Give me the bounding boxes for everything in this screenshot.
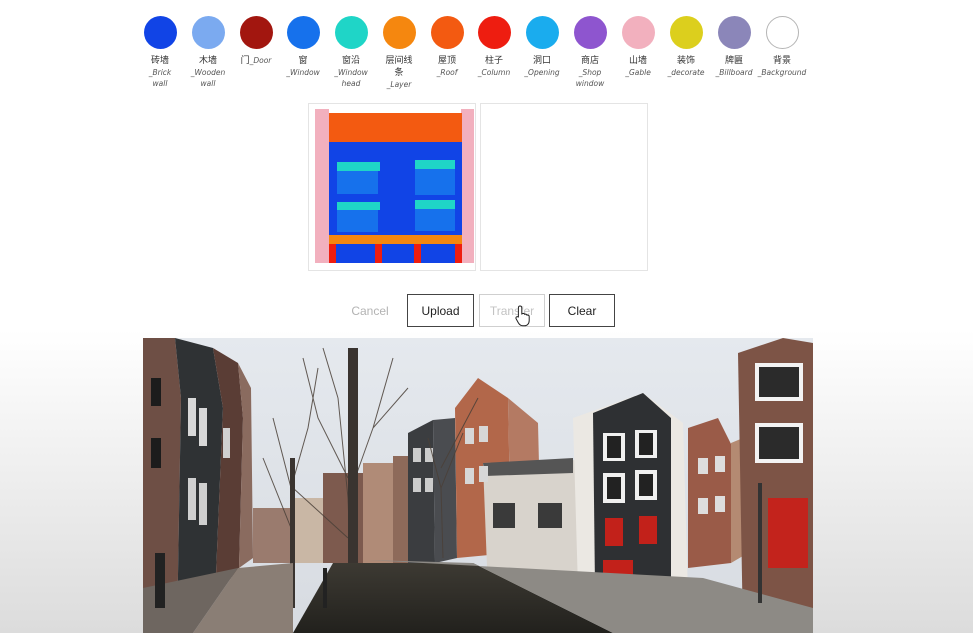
column-label: [375, 244, 382, 263]
street-photo: [143, 338, 813, 633]
window-label: [415, 169, 455, 195]
roof-label: [329, 113, 462, 142]
column-label: [455, 244, 462, 263]
window-head-label: [337, 162, 380, 171]
palette-swatch-background[interactable]: 背景 _Background: [752, 16, 812, 78]
window-label: [415, 209, 455, 231]
window-head-label: [415, 200, 455, 209]
facade-label-drawing[interactable]: [309, 104, 475, 270]
window-head-label: [337, 202, 380, 210]
color-dot[interactable]: [765, 16, 799, 49]
window-label: [337, 210, 378, 232]
color-dot[interactable]: [143, 16, 177, 49]
window-head-label: [415, 160, 455, 169]
color-dot[interactable]: [382, 16, 416, 49]
transfer-button[interactable]: Transfer: [479, 294, 545, 327]
clear-button[interactable]: Clear: [549, 294, 615, 327]
color-dot[interactable]: [239, 16, 273, 49]
amsterdam-canal-street-image: [143, 338, 813, 633]
color-dot[interactable]: [191, 16, 225, 49]
color-dot[interactable]: [621, 16, 655, 49]
color-dot[interactable]: [477, 16, 511, 49]
color-dot[interactable]: [334, 16, 368, 49]
color-dot[interactable]: [525, 16, 559, 49]
column-label: [414, 244, 421, 263]
left-gable-label: [315, 109, 329, 263]
palette-label-en: _Wooden: [190, 68, 226, 77]
cancel-button[interactable]: Cancel: [345, 294, 395, 327]
palette-label-en: _Door: [249, 56, 272, 65]
palette-label-en: wall: [200, 79, 216, 88]
segmentation-canvas[interactable]: [308, 103, 476, 271]
window-label: [337, 171, 378, 194]
palette-label-en: _Background: [757, 68, 807, 77]
label-color-palette: 砖墙 _Brick wall 木墙 _Wooden wall 门_Door 窗 _Window 窗…: [0, 16, 973, 106]
hand-cursor-icon: [515, 305, 530, 327]
color-dot[interactable]: [669, 16, 703, 49]
color-dot[interactable]: [430, 16, 464, 49]
right-gable-label: [461, 109, 474, 263]
color-dot[interactable]: [573, 16, 607, 49]
column-label: [329, 244, 336, 263]
palette-label-en: _Layer: [386, 80, 412, 89]
layer-line-label: [329, 235, 462, 244]
palette-label-cn: 层间线条: [385, 56, 413, 78]
palette-label-en: window: [575, 79, 605, 88]
palette-label-cn: 门: [240, 56, 250, 66]
palette-label-cn: 背景: [772, 56, 791, 66]
color-dot[interactable]: [717, 16, 751, 49]
upload-button[interactable]: Upload: [407, 294, 474, 327]
output-canvas: [480, 103, 648, 271]
color-dot[interactable]: [286, 16, 320, 49]
